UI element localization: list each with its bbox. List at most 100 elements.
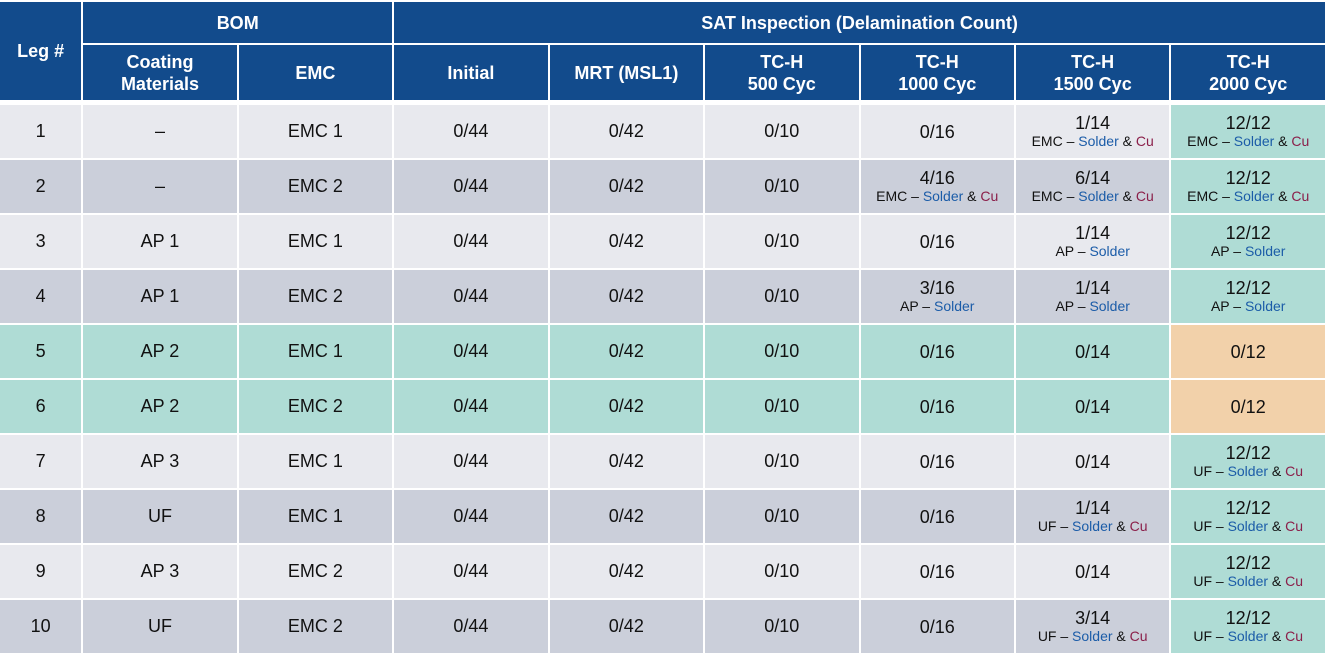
- location-solder: Solder: [1233, 133, 1275, 149]
- cell-tch-1000: 0/16: [860, 380, 1016, 435]
- cell-tch-2000: 0/12: [1171, 380, 1327, 435]
- location-cu: Cu: [1291, 188, 1310, 204]
- cell-leg-number: 10: [0, 600, 84, 655]
- cell-tch-2000: 0/12: [1171, 325, 1327, 380]
- cell-coating-material: UF: [83, 490, 239, 545]
- table-row: 8 UF EMC 1 0/44 0/42 0/10 0/16 1/14 UF – Solder …: [0, 490, 1327, 545]
- delamination-location: EMC – Solder & Cu: [1171, 133, 1325, 150]
- location-prefix: EMC –: [1031, 188, 1079, 204]
- location-cu: Cu: [1129, 628, 1148, 644]
- delamination-count: 0/16: [919, 616, 955, 637]
- cell-tch-1500: 0/14: [1015, 435, 1172, 490]
- cell-tch-1000: 3/16 AP – Solder: [860, 270, 1016, 325]
- delamination-location: AP – Solder: [1171, 243, 1325, 260]
- delamination-count: 12/12: [1225, 608, 1271, 628]
- cell-tch-1500: 0/14: [1015, 380, 1172, 435]
- cell-tch-500: 0/10: [705, 270, 861, 325]
- location-prefix: AP –: [1055, 298, 1090, 314]
- delamination-location: UF – Solder & Cu: [1171, 573, 1325, 590]
- cell-tch-2000: 12/12 EMC – Solder & Cu: [1171, 105, 1327, 160]
- cell-tch-1000: 0/16: [860, 215, 1016, 270]
- delamination-location: AP – Solder: [1171, 298, 1325, 315]
- delamination-count: 0/12: [1230, 341, 1266, 362]
- cell-tch-1000: 0/16: [860, 325, 1016, 380]
- delamination-count: 3/14: [1075, 608, 1111, 628]
- table-row: 10 UF EMC 2 0/44 0/42 0/10 0/16 3/14 UF – Solder…: [0, 600, 1327, 655]
- cell-coating-material: UF: [83, 600, 239, 655]
- delamination-count: 12/12: [1225, 223, 1271, 243]
- cell-coating-material: AP 1: [83, 270, 239, 325]
- cell-mrt-msl1: 0/42: [549, 105, 706, 160]
- cell-tch-500: 0/10: [705, 105, 861, 160]
- delamination-count: 0/16: [919, 561, 955, 582]
- delamination-location: UF – Solder & Cu: [1016, 628, 1169, 645]
- table-body: 1– EMC 1 0/44 0/42 0/10 0/16 1/14 EMC – Solder …: [0, 105, 1327, 655]
- delamination-location: EMC – Solder & Cu: [1171, 188, 1325, 205]
- delamination-location: EMC – Solder & Cu: [1016, 133, 1169, 150]
- location-solder: Solder: [1078, 188, 1119, 204]
- cell-leg-number: 2: [0, 160, 84, 215]
- cell-mrt-msl1: 0/42: [549, 545, 706, 600]
- cell-emc: EMC 2: [238, 160, 395, 215]
- location-ampersand: &: [1268, 628, 1286, 644]
- cell-leg-number: 1: [0, 105, 84, 160]
- cell-initial: 0/44: [394, 325, 550, 380]
- cell-emc: EMC 1: [238, 435, 395, 490]
- header-emc: EMC: [238, 45, 395, 105]
- cell-tch-2000: 12/12 AP – Solder: [1171, 270, 1327, 325]
- cell-tch-1000: 0/16: [860, 435, 1016, 490]
- cell-initial: 0/44: [394, 160, 550, 215]
- location-solder: Solder: [1227, 628, 1269, 644]
- delamination-count: 1/14: [1075, 278, 1111, 298]
- delamination-count: 6/14: [1075, 168, 1111, 188]
- header-tch-2000: TC-H 2000 Cyc: [1171, 45, 1327, 105]
- delamination-location: AP – Solder: [861, 298, 1014, 315]
- location-cu: Cu: [1291, 133, 1310, 149]
- location-cu: Cu: [1135, 188, 1154, 204]
- location-ampersand: &: [1118, 133, 1136, 149]
- cell-tch-500: 0/10: [705, 325, 861, 380]
- location-ampersand: &: [963, 188, 981, 204]
- cell-leg-number: 4: [0, 270, 84, 325]
- delamination-location: UF – Solder & Cu: [1171, 518, 1325, 535]
- sat-inspection-table: Leg # BOM SAT Inspection (Delamination C…: [0, 0, 1327, 655]
- delamination-count: 0/16: [919, 341, 955, 362]
- cell-tch-1000: 0/16: [860, 600, 1016, 655]
- cell-mrt-msl1: 0/42: [549, 435, 706, 490]
- cell-coating-material: AP 3: [83, 545, 239, 600]
- delamination-count: 12/12: [1225, 553, 1271, 573]
- cell-tch-500: 0/10: [705, 435, 861, 490]
- delamination-count: 3/16: [919, 278, 955, 298]
- location-cu: Cu: [1135, 133, 1154, 149]
- cell-coating-material: –: [83, 105, 239, 160]
- cell-coating-material: AP 3: [83, 435, 239, 490]
- cell-tch-1500: 0/14: [1015, 325, 1172, 380]
- location-solder: Solder: [1227, 463, 1269, 479]
- cell-initial: 0/44: [394, 545, 550, 600]
- location-cu: Cu: [980, 188, 999, 204]
- cell-emc: EMC 1: [238, 490, 395, 545]
- delamination-count: 0/14: [1075, 396, 1111, 417]
- delamination-count: 0/12: [1230, 396, 1266, 417]
- location-solder: Solder: [933, 298, 975, 314]
- location-solder: Solder: [1089, 298, 1130, 314]
- location-ampersand: &: [1268, 573, 1286, 589]
- delamination-count: 12/12: [1225, 443, 1271, 463]
- cell-coating-material: –: [83, 160, 239, 215]
- delamination-count: 1/14: [1075, 113, 1111, 133]
- delamination-count: 0/16: [919, 506, 955, 527]
- location-solder: Solder: [1233, 188, 1275, 204]
- cell-initial: 0/44: [394, 380, 550, 435]
- cell-mrt-msl1: 0/42: [549, 490, 706, 545]
- cell-tch-1500: 1/14 EMC – Solder & Cu: [1015, 105, 1172, 160]
- location-prefix: EMC –: [1187, 188, 1234, 204]
- cell-initial: 0/44: [394, 435, 550, 490]
- location-ampersand: &: [1268, 518, 1286, 534]
- location-prefix: EMC –: [876, 188, 923, 204]
- location-solder: Solder: [1227, 573, 1269, 589]
- cell-tch-500: 0/10: [705, 545, 861, 600]
- delamination-count: 0/14: [1075, 561, 1111, 582]
- delamination-count: 0/14: [1075, 341, 1111, 362]
- cell-tch-1500: 6/14 EMC – Solder & Cu: [1015, 160, 1172, 215]
- cell-leg-number: 8: [0, 490, 84, 545]
